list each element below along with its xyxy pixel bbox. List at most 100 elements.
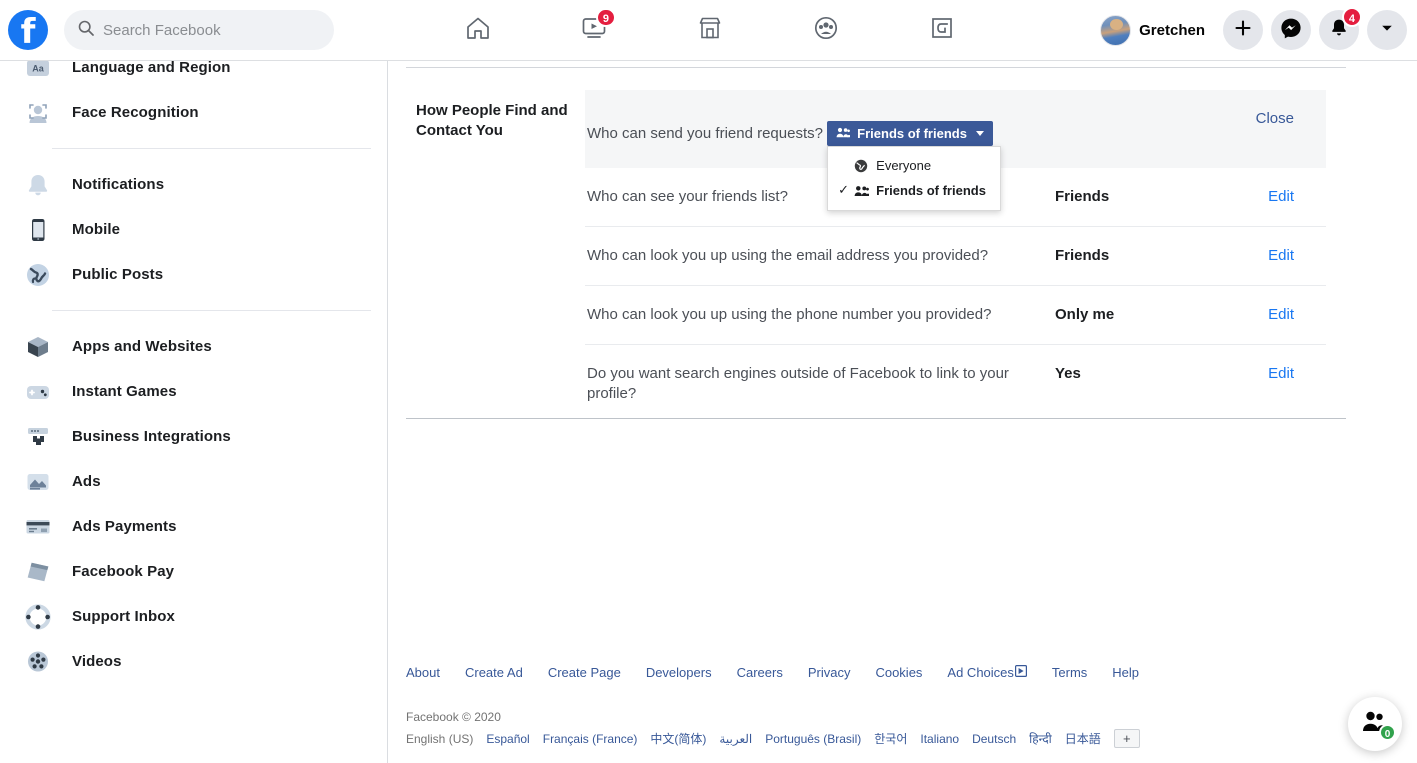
language-list: English (US) Español Français (France) 中… <box>406 729 1366 748</box>
dropdown-option-friends-of-friends[interactable]: ✓ Friends of friends <box>828 178 1000 203</box>
sidebar-label: Face Recognition <box>72 104 199 121</box>
footer-link-cookies[interactable]: Cookies <box>875 665 922 680</box>
copyright-text: Facebook © 2020 <box>406 710 501 724</box>
sidebar-item-business-integrations[interactable]: Business Integrations <box>0 414 387 459</box>
row-question-text: Who can send you friend requests? <box>587 125 823 142</box>
footer-link-help[interactable]: Help <box>1112 665 1139 680</box>
mobile-icon <box>24 216 52 244</box>
edit-link[interactable]: Edit <box>1230 246 1300 266</box>
sidebar-item-face-recognition[interactable]: Face Recognition <box>0 90 387 135</box>
sidebar-label: Language and Region <box>72 59 231 76</box>
sidebar-item-support-inbox[interactable]: Support Inbox <box>0 594 387 639</box>
sidebar-item-notifications[interactable]: Notifications <box>0 162 387 207</box>
footer-link-terms[interactable]: Terms <box>1052 665 1087 680</box>
language-ja[interactable]: 日本語 <box>1065 730 1101 747</box>
row-value: Yes <box>1055 365 1081 382</box>
globe-icon <box>24 261 52 289</box>
row-value: Only me <box>1055 306 1115 323</box>
create-button[interactable] <box>1223 10 1263 50</box>
footer-link-create-ad[interactable]: Create Ad <box>465 665 523 680</box>
sidebar-label: Public Posts <box>72 266 164 283</box>
search-icon <box>78 20 94 41</box>
plus-icon <box>1234 19 1252 42</box>
pay-icon <box>24 558 52 586</box>
table-row: Do you want search engines outside of Fa… <box>585 345 1326 423</box>
friends-of-friends-icon <box>836 126 851 141</box>
footer-link-ad-choices[interactable]: Ad Choices <box>947 665 1027 680</box>
sidebar-label: Notifications <box>72 176 165 193</box>
sidebar-item-public-posts[interactable]: Public Posts <box>0 252 387 297</box>
row-value: Friends <box>1055 188 1110 205</box>
footer-link-create-page[interactable]: Create Page <box>548 665 621 680</box>
notifications-button[interactable]: 4 <box>1319 7 1362 50</box>
current-language: English (US) <box>406 731 474 746</box>
audience-selector-button[interactable]: Friends of friends <box>827 121 993 146</box>
table-row: Who can look you up using the email addr… <box>585 227 1326 286</box>
messenger-button[interactable] <box>1271 10 1311 50</box>
footer-link-developers[interactable]: Developers <box>646 665 712 680</box>
page-footer: About Create Ad Create Page Developers C… <box>406 665 1366 748</box>
nav-marketplace[interactable] <box>664 6 756 54</box>
edit-link[interactable]: Edit <box>1230 187 1300 207</box>
sidebar-divider <box>52 148 371 149</box>
lifebuoy-icon <box>24 603 52 631</box>
nav-gaming[interactable] <box>896 6 988 54</box>
top-navigation-bar: f 9 <box>0 0 1417 61</box>
dropdown-option-label: Everyone <box>876 157 932 173</box>
section-title: How People Find and Contact You <box>416 102 568 139</box>
sidebar-item-mobile[interactable]: Mobile <box>0 207 387 252</box>
language-fr[interactable]: Français (France) <box>543 732 638 746</box>
language-es[interactable]: Español <box>486 732 529 746</box>
row-question: Who can send you friend requests? Friend… <box>585 109 1055 211</box>
sidebar-item-facebook-pay[interactable]: Facebook Pay <box>0 549 387 594</box>
sidebar-label: Instant Games <box>72 383 177 400</box>
edit-link[interactable]: Edit <box>1230 305 1300 325</box>
row-question: Who can look you up using the phone numb… <box>587 306 992 323</box>
footer-link-careers[interactable]: Careers <box>737 665 783 680</box>
language-de[interactable]: Deutsch <box>972 732 1016 746</box>
language-hi[interactable]: हिन्दी <box>1029 730 1052 747</box>
contacts-button[interactable]: 0 <box>1348 697 1402 751</box>
facebook-logo-icon[interactable]: f <box>8 10 48 52</box>
sidebar-label: Mobile <box>72 221 121 238</box>
language-zh[interactable]: 中文(简体) <box>650 730 706 747</box>
account-nav: Gretchen 4 <box>1096 0 1407 60</box>
sidebar-item-ads[interactable]: Ads <box>0 459 387 504</box>
footer-link-about[interactable]: About <box>406 665 440 680</box>
content-top-divider <box>406 67 1346 68</box>
sidebar-item-instant-games[interactable]: Instant Games <box>0 369 387 414</box>
sidebar-item-apps-and-websites[interactable]: Apps and Websites <box>0 324 387 369</box>
sidebar-item-ads-payments[interactable]: Ads Payments <box>0 504 387 549</box>
row-question: Do you want search engines outside of Fa… <box>587 365 1009 402</box>
account-menu-button[interactable] <box>1367 10 1407 50</box>
sidebar-item-videos[interactable]: Videos <box>0 639 387 684</box>
gaming-icon <box>928 14 956 47</box>
svg-text:Aa: Aa <box>32 63 44 73</box>
nav-home[interactable] <box>432 6 524 54</box>
nav-groups[interactable] <box>780 6 872 54</box>
notifications-badge: 4 <box>1341 7 1362 27</box>
watch-badge: 9 <box>595 8 616 27</box>
language-it[interactable]: Italiano <box>920 732 959 746</box>
edit-link[interactable]: Edit <box>1230 364 1300 384</box>
language-ko[interactable]: 한국어 <box>874 730 907 747</box>
friends-of-friends-icon <box>854 185 872 197</box>
footer-link-privacy[interactable]: Privacy <box>808 665 851 680</box>
search-input[interactable] <box>103 21 320 39</box>
search-box[interactable] <box>64 10 334 50</box>
language-ar[interactable]: العربية <box>719 732 752 746</box>
row-question: Who can look you up using the email addr… <box>587 247 989 264</box>
avatar <box>1100 14 1132 46</box>
audience-selector-label: Friends of friends <box>857 126 967 141</box>
dropdown-option-label: Friends of friends <box>876 182 986 198</box>
dropdown-option-everyone[interactable]: Everyone <box>828 153 1000 178</box>
nav-watch[interactable]: 9 <box>548 6 640 54</box>
globe-icon <box>854 159 872 173</box>
puzzle-icon <box>24 423 52 451</box>
profile-button[interactable]: Gretchen <box>1096 11 1215 50</box>
close-link[interactable]: Close <box>1230 109 1300 129</box>
language-pt[interactable]: Português (Brasil) <box>765 732 861 746</box>
sidebar-label: Videos <box>72 653 122 670</box>
footer-link-ad-choices-label: Ad Choices <box>947 665 1014 680</box>
more-languages-button[interactable]: + <box>1113 729 1140 748</box>
